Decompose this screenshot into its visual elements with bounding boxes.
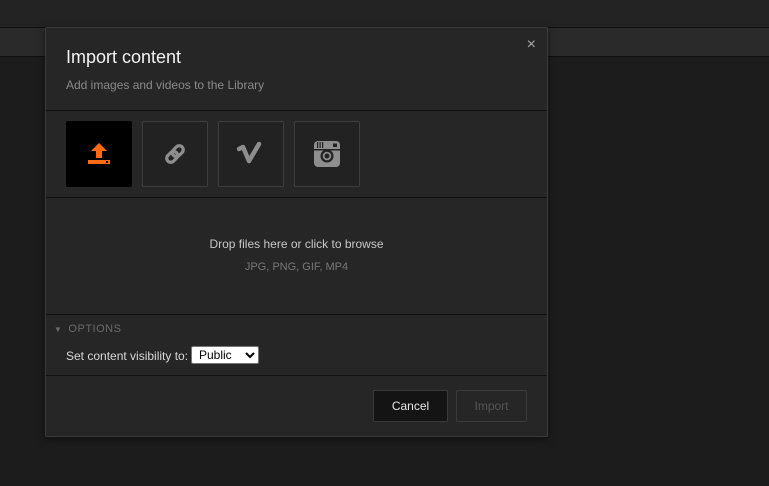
source-selector	[46, 111, 547, 198]
instagram-source-button[interactable]	[294, 121, 360, 187]
upload-icon	[88, 143, 110, 164]
instagram-icon	[314, 141, 340, 167]
options-toggle-label: OPTIONS	[68, 323, 122, 335]
cancel-button[interactable]: Cancel	[373, 390, 448, 422]
app-top-bar	[0, 0, 769, 28]
options-toggle[interactable]: ▼ OPTIONS	[54, 323, 121, 335]
visibility-select[interactable]: Public	[191, 346, 259, 364]
upload-source-button[interactable]	[66, 121, 132, 187]
options-section: ▼ OPTIONS Set content visibility to: Publ…	[46, 315, 547, 376]
file-dropzone[interactable]: Drop files here or click to browse JPG, …	[46, 198, 547, 315]
dialog-subtitle: Add images and videos to the Library	[66, 78, 265, 92]
link-icon	[165, 144, 185, 164]
visibility-label: Set content visibility to:	[66, 349, 189, 363]
vimeo-source-button[interactable]	[218, 121, 284, 187]
vimeo-icon	[237, 141, 262, 164]
collapse-arrow-icon: ▼	[54, 325, 63, 334]
dropzone-instruction: Drop files here or click to browse	[209, 237, 384, 251]
import-button[interactable]: Import	[456, 390, 527, 422]
dialog-header: Import content Add images and videos to …	[46, 28, 547, 111]
dropzone-formats: JPG, PNG, GIF, MP4	[244, 261, 349, 273]
import-dialog: × Import content Add images and videos t…	[45, 27, 548, 437]
dialog-title: Import content	[66, 47, 182, 67]
link-source-button[interactable]	[142, 121, 208, 187]
